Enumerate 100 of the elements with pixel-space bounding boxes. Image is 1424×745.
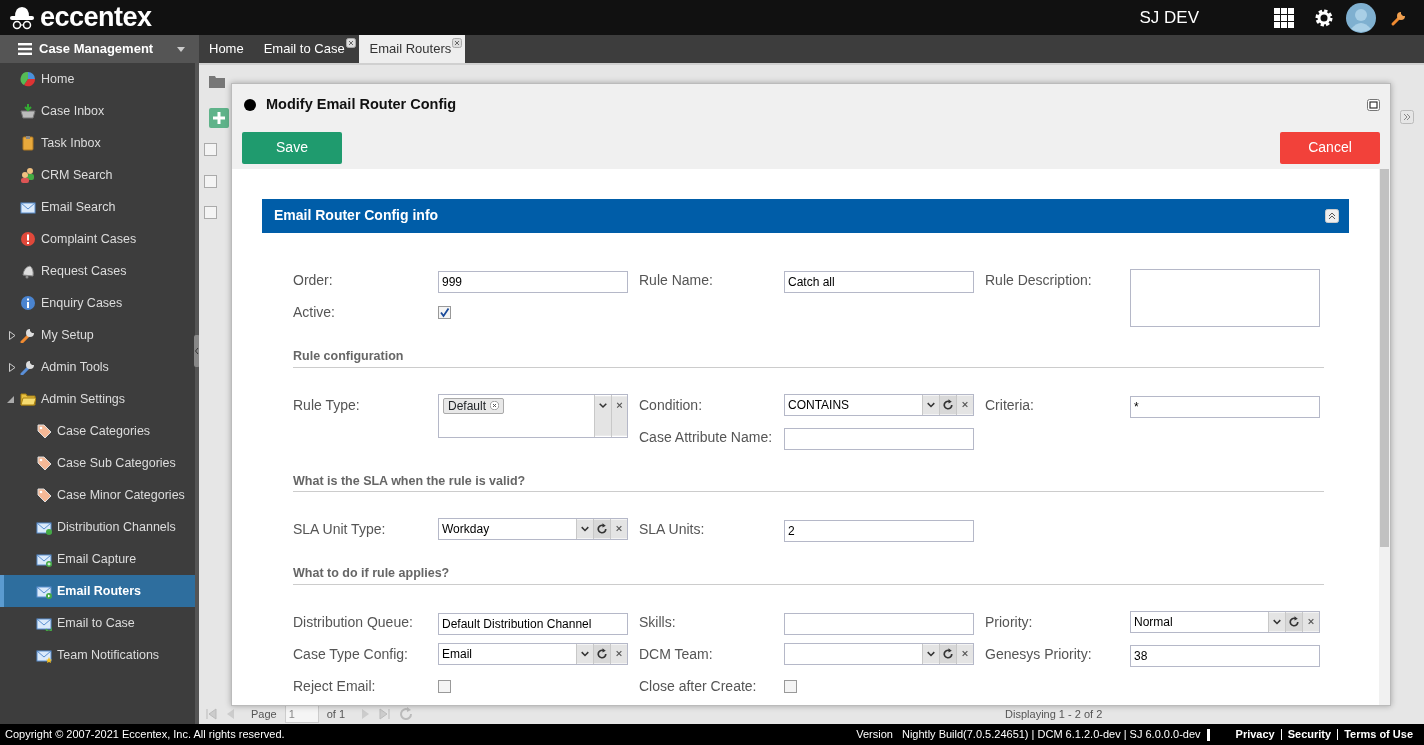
combo-field[interactable]: [784, 643, 974, 665]
sidebar-item[interactable]: Distribution Channels: [0, 511, 195, 543]
sidebar-item[interactable]: My Setup: [0, 319, 195, 351]
tab[interactable]: Home: [203, 35, 258, 63]
collapse-icon[interactable]: [1325, 208, 1339, 223]
tag-icon: [36, 455, 52, 471]
sidebar-item[interactable]: Email Capture: [0, 543, 195, 575]
sidebar-item[interactable]: Enquiry Cases: [0, 287, 195, 319]
footer-link[interactable]: Privacy: [1229, 729, 1281, 740]
field-label: Genesys Priority:: [985, 645, 1093, 664]
envelope-icon: [36, 583, 52, 599]
tab[interactable]: Email to Case: [257, 35, 359, 63]
sidebar-item[interactable]: Email Search: [0, 191, 195, 223]
input-field[interactable]: *: [1130, 395, 1320, 418]
tag-field[interactable]: Default: [438, 393, 628, 438]
user-name: SJ DEV: [1139, 6, 1199, 29]
combo-field[interactable]: Normal: [1130, 611, 1320, 633]
sidebar-item[interactable]: Admin Settings: [0, 383, 195, 415]
field-label: Rule Name:: [639, 270, 714, 290]
tab[interactable]: Email Routers: [358, 35, 466, 63]
field-label: Active:: [293, 302, 336, 322]
logo-text: eccentex: [40, 4, 152, 31]
folder-icon: [20, 391, 36, 407]
close-icon[interactable]: [452, 38, 463, 48]
expanded-arrow-icon[interactable]: [7, 396, 14, 403]
version-text: Nightly Build(7.0.5.24651) | DCM 6.1.2.0-dev | SJ 6.0.0.0-dev: [901, 727, 1201, 743]
input-field[interactable]: 999: [438, 270, 628, 293]
clear-icon[interactable]: [610, 519, 627, 540]
checkbox[interactable]: [784, 680, 797, 693]
field-label: SLA Units:: [639, 520, 706, 540]
menu-header[interactable]: Case Management: [0, 35, 195, 63]
combo-field[interactable]: Workday: [438, 518, 628, 541]
input-field[interactable]: Catch all: [784, 270, 974, 293]
sidebar-item[interactable]: Request Cases: [0, 255, 195, 287]
clear-icon[interactable]: [1302, 612, 1319, 632]
sidebar-item[interactable]: Home: [0, 63, 195, 95]
save-button[interactable]: Save: [242, 131, 342, 164]
sidebar-item[interactable]: Case Inbox: [0, 95, 195, 127]
collapsed-arrow-icon[interactable]: [9, 331, 16, 340]
status-dot-icon: [244, 98, 256, 111]
bell-icon: [20, 263, 36, 279]
field-label: Case Attribute Name:: [639, 427, 774, 447]
group-heading: Rule configuration: [293, 346, 1324, 368]
refresh-icon[interactable]: [939, 394, 956, 415]
refresh-icon[interactable]: [593, 644, 610, 664]
sidebar-item[interactable]: Case Categories: [0, 415, 195, 447]
clear-icon[interactable]: [610, 644, 627, 664]
tag: Default: [443, 397, 505, 414]
sidebar-item[interactable]: Email to Case: [0, 607, 195, 639]
clear-icon[interactable]: [611, 394, 627, 437]
footer-link[interactable]: Security: [1280, 729, 1338, 740]
cancel-button[interactable]: Cancel: [1280, 131, 1380, 164]
dropdown-icon[interactable]: [576, 519, 593, 540]
checkbox[interactable]: [204, 143, 217, 156]
close-icon[interactable]: [345, 38, 356, 48]
avatar-icon[interactable]: [1346, 2, 1376, 33]
field-label: Rule Description:: [985, 270, 1093, 290]
clear-icon[interactable]: [956, 644, 973, 664]
sidebar-item[interactable]: CRM Search: [0, 159, 195, 191]
input-field[interactable]: 38: [1130, 645, 1320, 667]
apps-grid-icon[interactable]: [1274, 7, 1294, 28]
field-label: DCM Team:: [639, 645, 714, 664]
field-label: Close after Create:: [639, 677, 758, 696]
sidebar-item[interactable]: Complaint Cases: [0, 223, 195, 255]
input-field[interactable]: [784, 613, 974, 635]
add-icon[interactable]: [209, 108, 229, 128]
input-field[interactable]: 2: [784, 520, 974, 543]
sidebar-item[interactable]: Case Minor Categories: [0, 479, 195, 511]
expand-icon[interactable]: [1400, 110, 1414, 124]
input-field[interactable]: [784, 427, 974, 450]
sidebar-item[interactable]: Admin Tools: [0, 351, 195, 383]
dropdown-icon[interactable]: [1268, 612, 1285, 632]
maximize-icon[interactable]: [1367, 98, 1380, 111]
remove-tag-icon[interactable]: [490, 401, 500, 410]
refresh-icon[interactable]: [939, 644, 956, 664]
collapsed-arrow-icon[interactable]: [9, 363, 16, 372]
combo-field[interactable]: CONTAINS: [784, 393, 974, 416]
checkbox[interactable]: [438, 305, 451, 319]
checkbox[interactable]: [204, 175, 217, 188]
scrollbar-thumb[interactable]: [1380, 168, 1389, 547]
people-icon: [20, 167, 36, 183]
footer-link[interactable]: Terms of Use: [1337, 729, 1419, 740]
clipboard-icon: [20, 135, 36, 151]
dropdown-icon[interactable]: [922, 394, 939, 415]
field-label: Reject Email:: [293, 677, 377, 696]
sidebar-item[interactable]: Team Notifications: [0, 639, 195, 671]
refresh-icon[interactable]: [593, 519, 610, 540]
checkbox[interactable]: [204, 206, 217, 219]
sidebar-item[interactable]: Task Inbox: [0, 127, 195, 159]
settings-icon[interactable]: [1314, 7, 1334, 28]
combo-field[interactable]: Email: [438, 643, 628, 665]
checkbox[interactable]: [438, 680, 451, 693]
refresh-icon[interactable]: [1285, 612, 1302, 632]
sidebar-item[interactable]: Case Sub Categories: [0, 447, 195, 479]
wrench-icon: [20, 359, 36, 375]
input-field[interactable]: Default Distribution Channel: [438, 613, 628, 635]
clear-icon[interactable]: [956, 394, 973, 415]
sidebar-item[interactable]: Email Routers: [0, 575, 195, 607]
dropdown-icon[interactable]: [576, 644, 593, 664]
dropdown-icon[interactable]: [922, 644, 939, 664]
